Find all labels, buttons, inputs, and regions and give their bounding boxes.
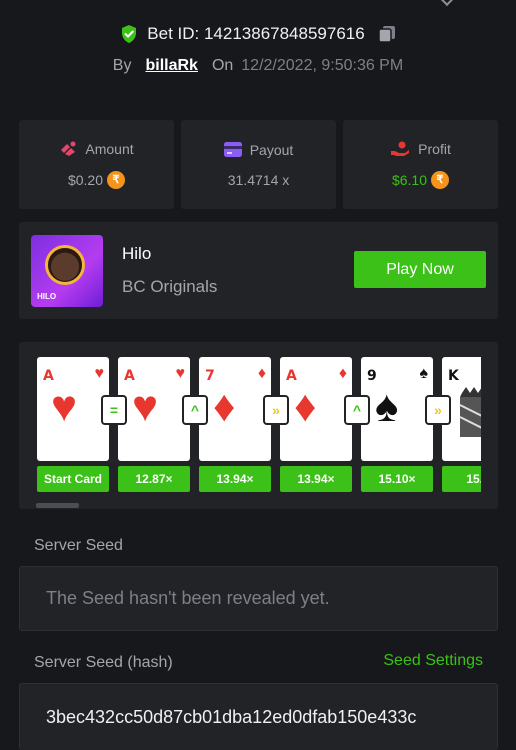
- server-seed-hash-label: Server Seed (hash): [34, 654, 173, 671]
- card-slot: 9 ♠ ♠ 15.10×: [361, 357, 433, 492]
- chevron-down-icon[interactable]: [439, 0, 455, 7]
- card-slot: 7 ♦ ♦ 13.94×: [199, 357, 271, 492]
- card-rank: K: [448, 368, 459, 384]
- on-label: On: [211, 57, 234, 74]
- payout-label: Payout: [249, 141, 294, 158]
- king-figure-icon: [459, 387, 481, 437]
- amount-icon: [61, 141, 76, 156]
- heart-icon: ♥: [51, 382, 78, 431]
- heart-icon: ♥: [132, 382, 159, 431]
- rupee-coin-icon: ₹: [107, 170, 126, 189]
- equal-icon: =: [103, 397, 125, 423]
- server-seed-hash-value: 3bec432cc50d87cb01dba12ed0dfab150e433c: [46, 706, 417, 727]
- card-slot: A ♥ ♥ Start Card: [37, 357, 109, 492]
- profit-hand-icon: [391, 141, 410, 156]
- copy-icon[interactable]: [377, 24, 397, 44]
- card-slot: A ♦ ♦ 13.94×: [280, 357, 352, 492]
- profit-stat: Profit $6.10 ₹: [343, 120, 498, 209]
- bet-stats: Amount $0.20 ₹ Payout 31.4714 x Profit $…: [19, 120, 498, 209]
- server-seed-field: The Seed hasn't been revealed yet.: [19, 566, 498, 631]
- bet-id-row: Bet ID: 14213867848597616: [0, 20, 516, 48]
- username-link[interactable]: billaRk: [145, 57, 197, 75]
- playing-card: 9 ♠ ♠: [361, 357, 433, 461]
- payout-value: 31.4714 x: [227, 171, 290, 188]
- diamond-icon: ♦: [294, 382, 317, 431]
- bet-author-row: By billaRk On 12/2/2022, 9:50:36 PM: [0, 54, 516, 78]
- diamond-icon: ♦: [338, 365, 347, 382]
- multiplier-badge: 15.1: [442, 466, 481, 492]
- amount-value: $0.20: [67, 171, 104, 188]
- multiplier-badge: 13.94×: [280, 466, 352, 492]
- skip-icon: »: [427, 397, 449, 423]
- profit-label: Profit: [418, 140, 451, 157]
- amount-stat: Amount $0.20 ₹: [19, 120, 174, 209]
- multiplier-badge: 13.94×: [199, 466, 271, 492]
- diamond-icon: ♦: [213, 382, 236, 431]
- higher-arrow-icon: ^: [346, 397, 368, 423]
- multiplier-badge: 15.10×: [361, 466, 433, 492]
- cards-history-panel: A ♥ ♥ Start Card A ♥ ♥ 12.87× 7 ♦ ♦ 13.9…: [19, 342, 498, 509]
- diamond-icon: ♦: [257, 365, 266, 382]
- playing-card: A ♥ ♥: [118, 357, 190, 461]
- bet-date: 12/2/2022, 9:50:36 PM: [241, 57, 404, 74]
- rupee-coin-icon: ₹: [431, 170, 450, 189]
- bet-id: Bet ID: 14213867848597616: [147, 24, 365, 43]
- multiplier-badge: 12.87×: [118, 466, 190, 492]
- skip-icon: »: [265, 397, 287, 423]
- server-seed-label: Server Seed: [34, 537, 123, 554]
- card-slot: K 15.1: [442, 357, 481, 492]
- game-provider: BC Originals: [122, 277, 218, 296]
- cards-scrollbar[interactable]: [36, 503, 79, 508]
- payout-stat: Payout 31.4714 x: [181, 120, 336, 209]
- cards-track[interactable]: A ♥ ♥ Start Card A ♥ ♥ 12.87× 7 ♦ ♦ 13.9…: [37, 357, 481, 493]
- shield-check-icon: [122, 25, 137, 43]
- spade-icon: ♠: [375, 382, 399, 431]
- amount-label: Amount: [85, 140, 134, 157]
- heart-icon: ♥: [175, 365, 186, 382]
- profit-value: $6.10: [391, 171, 428, 188]
- by-label: By: [112, 57, 132, 74]
- card-slot: A ♥ ♥ 12.87×: [118, 357, 190, 492]
- game-name: Hilo: [122, 244, 152, 263]
- game-card: HILO Hilo BC Originals Play Now: [19, 222, 498, 319]
- playing-card: 7 ♦ ♦: [199, 357, 271, 461]
- hilo-thumbnail[interactable]: HILO: [31, 235, 103, 307]
- server-seed-hash-field[interactable]: 3bec432cc50d87cb01dba12ed0dfab150e433c: [19, 683, 498, 750]
- playing-card: A ♥ ♥: [37, 357, 109, 461]
- higher-arrow-icon: ^: [184, 397, 206, 423]
- multiplier-badge: Start Card: [37, 466, 109, 492]
- playing-card: A ♦ ♦: [280, 357, 352, 461]
- spade-icon: ♠: [419, 365, 429, 382]
- server-seed-value: The Seed hasn't been revealed yet.: [46, 588, 330, 608]
- thumb-label: HILO: [37, 292, 57, 301]
- seed-settings-link[interactable]: Seed Settings: [383, 652, 483, 670]
- heart-icon: ♥: [94, 365, 105, 382]
- payout-card-icon: [223, 142, 242, 157]
- play-now-button[interactable]: Play Now: [354, 251, 486, 288]
